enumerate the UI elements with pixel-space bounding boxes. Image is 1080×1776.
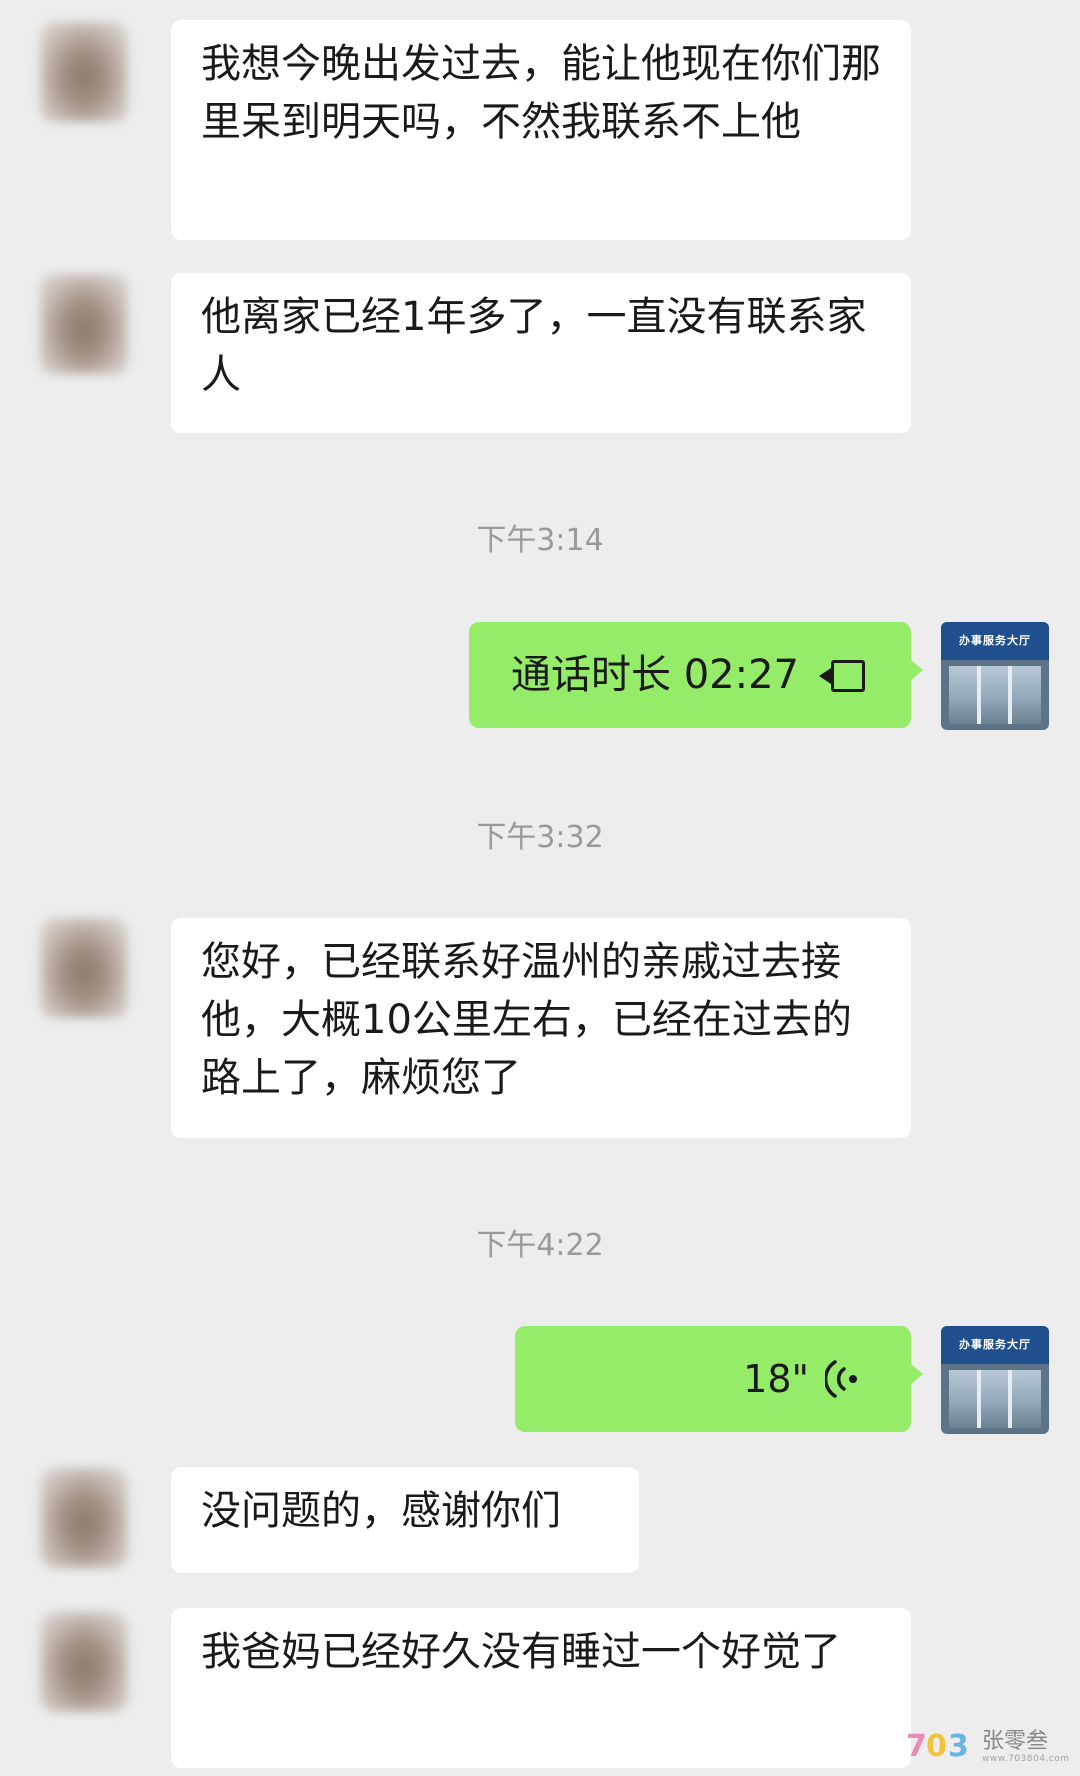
self-avatar[interactable]: 办事服务大厅 bbox=[941, 622, 1049, 730]
video-call-icon bbox=[819, 660, 865, 692]
voice-message-bubble[interactable]: 18" bbox=[515, 1326, 923, 1432]
incoming-message-bubble[interactable]: 您好，已经联系好温州的亲戚过去接他，大概10公里左右，已经在过去的路上了，麻烦您… bbox=[171, 918, 911, 1138]
message-text: 他离家已经1年多了，一直没有联系家人 bbox=[201, 294, 867, 398]
incoming-message-bubble[interactable]: 没问题的，感谢你们 bbox=[171, 1467, 639, 1573]
contact-avatar[interactable] bbox=[40, 1468, 128, 1568]
watermark-logo: 7 0 3 bbox=[906, 1729, 969, 1764]
avatar-sign-text: 办事服务大厅 bbox=[941, 1326, 1049, 1364]
site-watermark: 7 0 3 张零叁 www.703804.com bbox=[906, 1727, 1070, 1767]
message-text: 我想今晚出发过去，能让他现在你们那里呆到明天吗，不然我联系不上他 bbox=[201, 41, 881, 145]
call-record-bubble[interactable]: 通话时长 02:27 bbox=[469, 622, 923, 728]
watermark-url: www.703804.com bbox=[982, 1753, 1070, 1764]
message-timestamp: 下午3:32 bbox=[476, 820, 604, 855]
building-entrance-image bbox=[949, 1370, 1041, 1428]
message-text: 您好，已经联系好温州的亲戚过去接他，大概10公里左右，已经在过去的路上了，麻烦您… bbox=[201, 939, 852, 1101]
building-entrance-image bbox=[949, 666, 1041, 724]
watermark-name: 张零叁 bbox=[982, 1728, 1049, 1754]
avatar-sign-text: 办事服务大厅 bbox=[941, 622, 1049, 660]
self-avatar[interactable]: 办事服务大厅 bbox=[941, 1326, 1049, 1434]
message-timestamp: 下午4:22 bbox=[476, 1228, 604, 1263]
message-timestamp: 下午3:14 bbox=[476, 523, 604, 558]
message-text: 没问题的，感谢你们 bbox=[201, 1488, 561, 1534]
contact-avatar[interactable] bbox=[40, 918, 128, 1018]
contact-avatar[interactable] bbox=[40, 1612, 128, 1712]
incoming-message-bubble[interactable]: 我爸妈已经好久没有睡过一个好觉了 bbox=[171, 1608, 911, 1768]
voice-wave-icon bbox=[825, 1357, 861, 1401]
voice-duration: 18" bbox=[743, 1357, 809, 1401]
contact-avatar[interactable] bbox=[40, 22, 128, 122]
incoming-message-bubble[interactable]: 他离家已经1年多了，一直没有联系家人 bbox=[171, 273, 911, 433]
incoming-message-bubble[interactable]: 我想今晚出发过去，能让他现在你们那里呆到明天吗，不然我联系不上他 bbox=[171, 20, 911, 240]
contact-avatar[interactable] bbox=[40, 274, 128, 374]
call-duration-label: 通话时长 02:27 bbox=[511, 652, 799, 698]
message-text: 我爸妈已经好久没有睡过一个好觉了 bbox=[201, 1629, 841, 1675]
